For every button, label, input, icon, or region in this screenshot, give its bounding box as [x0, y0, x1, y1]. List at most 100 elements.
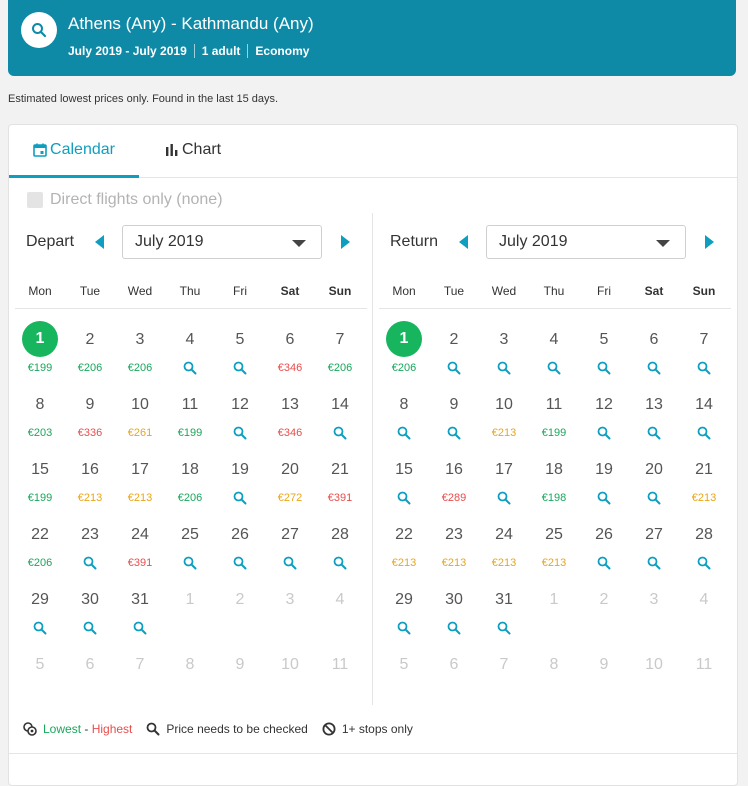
calendar-day[interactable]: 6 €346 [265, 325, 315, 390]
search-icon[interactable] [647, 491, 661, 505]
search-icon[interactable] [233, 491, 247, 505]
search-icon[interactable] [183, 556, 197, 570]
checkbox-box[interactable] [27, 192, 43, 208]
calendar-day[interactable]: 23 €213 [429, 520, 479, 585]
calendar-day[interactable]: 26 [215, 520, 265, 585]
calendar-day[interactable]: 12 [215, 390, 265, 455]
calendar-day[interactable]: 11 €199 [165, 390, 215, 455]
calendar-day[interactable]: 12 [579, 390, 629, 455]
calendar-day[interactable]: 25 €213 [529, 520, 579, 585]
tab-chart[interactable]: Chart [165, 125, 221, 175]
search-icon[interactable] [283, 556, 297, 570]
calendar-day[interactable]: 1 €206 [379, 321, 429, 390]
calendar-day[interactable]: 23 [65, 520, 115, 585]
calendar-day[interactable]: 5 [579, 325, 629, 390]
search-icon[interactable] [233, 361, 247, 375]
calendar-day[interactable]: 21 €213 [679, 455, 729, 520]
search-icon[interactable] [33, 621, 47, 635]
calendar-day[interactable]: 31 [115, 585, 165, 650]
search-icon[interactable] [21, 12, 57, 48]
search-icon[interactable] [447, 621, 461, 635]
calendar-day[interactable]: 3 [479, 325, 529, 390]
search-icon[interactable] [697, 361, 711, 375]
search-icon[interactable] [497, 621, 511, 635]
calendar-day[interactable]: 8 €203 [15, 390, 65, 455]
search-icon[interactable] [397, 621, 411, 635]
return-month-select[interactable]: July 2019 [486, 225, 686, 259]
calendar-day[interactable]: 4 [529, 325, 579, 390]
calendar-day[interactable]: 27 [265, 520, 315, 585]
search-icon[interactable] [597, 361, 611, 375]
search-icon[interactable] [647, 361, 661, 375]
search-icon[interactable] [83, 621, 97, 635]
search-icon[interactable] [647, 426, 661, 440]
search-icon[interactable] [497, 491, 511, 505]
calendar-day[interactable]: 22 €206 [15, 520, 65, 585]
calendar-day[interactable]: 20 €272 [265, 455, 315, 520]
calendar-day[interactable]: 3 €206 [115, 325, 165, 390]
calendar-day[interactable]: 14 [315, 390, 365, 455]
calendar-day[interactable]: 1 €199 [15, 321, 65, 390]
calendar-day[interactable]: 21 €391 [315, 455, 365, 520]
return-prev-month-arrow[interactable] [459, 235, 468, 249]
depart-next-month-arrow[interactable] [341, 235, 350, 249]
calendar-day[interactable]: 25 [165, 520, 215, 585]
search-icon[interactable] [497, 361, 511, 375]
search-icon[interactable] [83, 556, 97, 570]
calendar-day[interactable]: 7 €206 [315, 325, 365, 390]
search-icon[interactable] [183, 361, 197, 375]
calendar-day[interactable]: 10 €261 [115, 390, 165, 455]
calendar-day[interactable]: 22 €213 [379, 520, 429, 585]
calendar-day[interactable]: 27 [629, 520, 679, 585]
calendar-day[interactable]: 17 €213 [115, 455, 165, 520]
search-icon[interactable] [133, 621, 147, 635]
search-summary-header[interactable]: Athens (Any) - Kathmandu (Any) July 2019… [8, 0, 736, 76]
search-icon[interactable] [447, 426, 461, 440]
calendar-day[interactable]: 29 [379, 585, 429, 650]
calendar-day[interactable]: 6 [629, 325, 679, 390]
calendar-day[interactable]: 26 [579, 520, 629, 585]
depart-prev-month-arrow[interactable] [95, 235, 104, 249]
direct-flights-checkbox[interactable]: Direct flights only (none) [27, 191, 223, 209]
calendar-day[interactable]: 24 €391 [115, 520, 165, 585]
search-icon[interactable] [547, 361, 561, 375]
calendar-day[interactable]: 29 [15, 585, 65, 650]
calendar-day[interactable]: 13 €346 [265, 390, 315, 455]
search-icon[interactable] [697, 426, 711, 440]
calendar-day[interactable]: 11 €199 [529, 390, 579, 455]
search-icon[interactable] [447, 361, 461, 375]
search-icon[interactable] [597, 491, 611, 505]
depart-month-select[interactable]: July 2019 [122, 225, 322, 259]
calendar-day[interactable]: 16 €213 [65, 455, 115, 520]
calendar-day[interactable]: 8 [379, 390, 429, 455]
calendar-day[interactable]: 18 €206 [165, 455, 215, 520]
calendar-day[interactable]: 20 [629, 455, 679, 520]
calendar-day[interactable]: 28 [315, 520, 365, 585]
calendar-day[interactable]: 2 €206 [65, 325, 115, 390]
calendar-day[interactable]: 16 €289 [429, 455, 479, 520]
search-icon[interactable] [333, 426, 347, 440]
calendar-day[interactable]: 4 [165, 325, 215, 390]
calendar-day[interactable]: 19 [215, 455, 265, 520]
calendar-day[interactable]: 15 [379, 455, 429, 520]
calendar-day[interactable]: 28 [679, 520, 729, 585]
calendar-day[interactable]: 13 [629, 390, 679, 455]
calendar-day[interactable]: 17 [479, 455, 529, 520]
calendar-day[interactable]: 10 €213 [479, 390, 529, 455]
return-next-month-arrow[interactable] [705, 235, 714, 249]
calendar-day[interactable]: 30 [65, 585, 115, 650]
calendar-day[interactable]: 9 €336 [65, 390, 115, 455]
calendar-day[interactable]: 18 €198 [529, 455, 579, 520]
search-icon[interactable] [597, 426, 611, 440]
search-icon[interactable] [333, 556, 347, 570]
search-icon[interactable] [647, 556, 661, 570]
search-icon[interactable] [233, 556, 247, 570]
calendar-day[interactable]: 2 [429, 325, 479, 390]
search-icon[interactable] [697, 556, 711, 570]
calendar-day[interactable]: 9 [429, 390, 479, 455]
calendar-day[interactable]: 15 €199 [15, 455, 65, 520]
search-icon[interactable] [397, 491, 411, 505]
calendar-day[interactable]: 19 [579, 455, 629, 520]
tab-calendar[interactable]: Calendar [9, 125, 139, 178]
search-icon[interactable] [597, 556, 611, 570]
